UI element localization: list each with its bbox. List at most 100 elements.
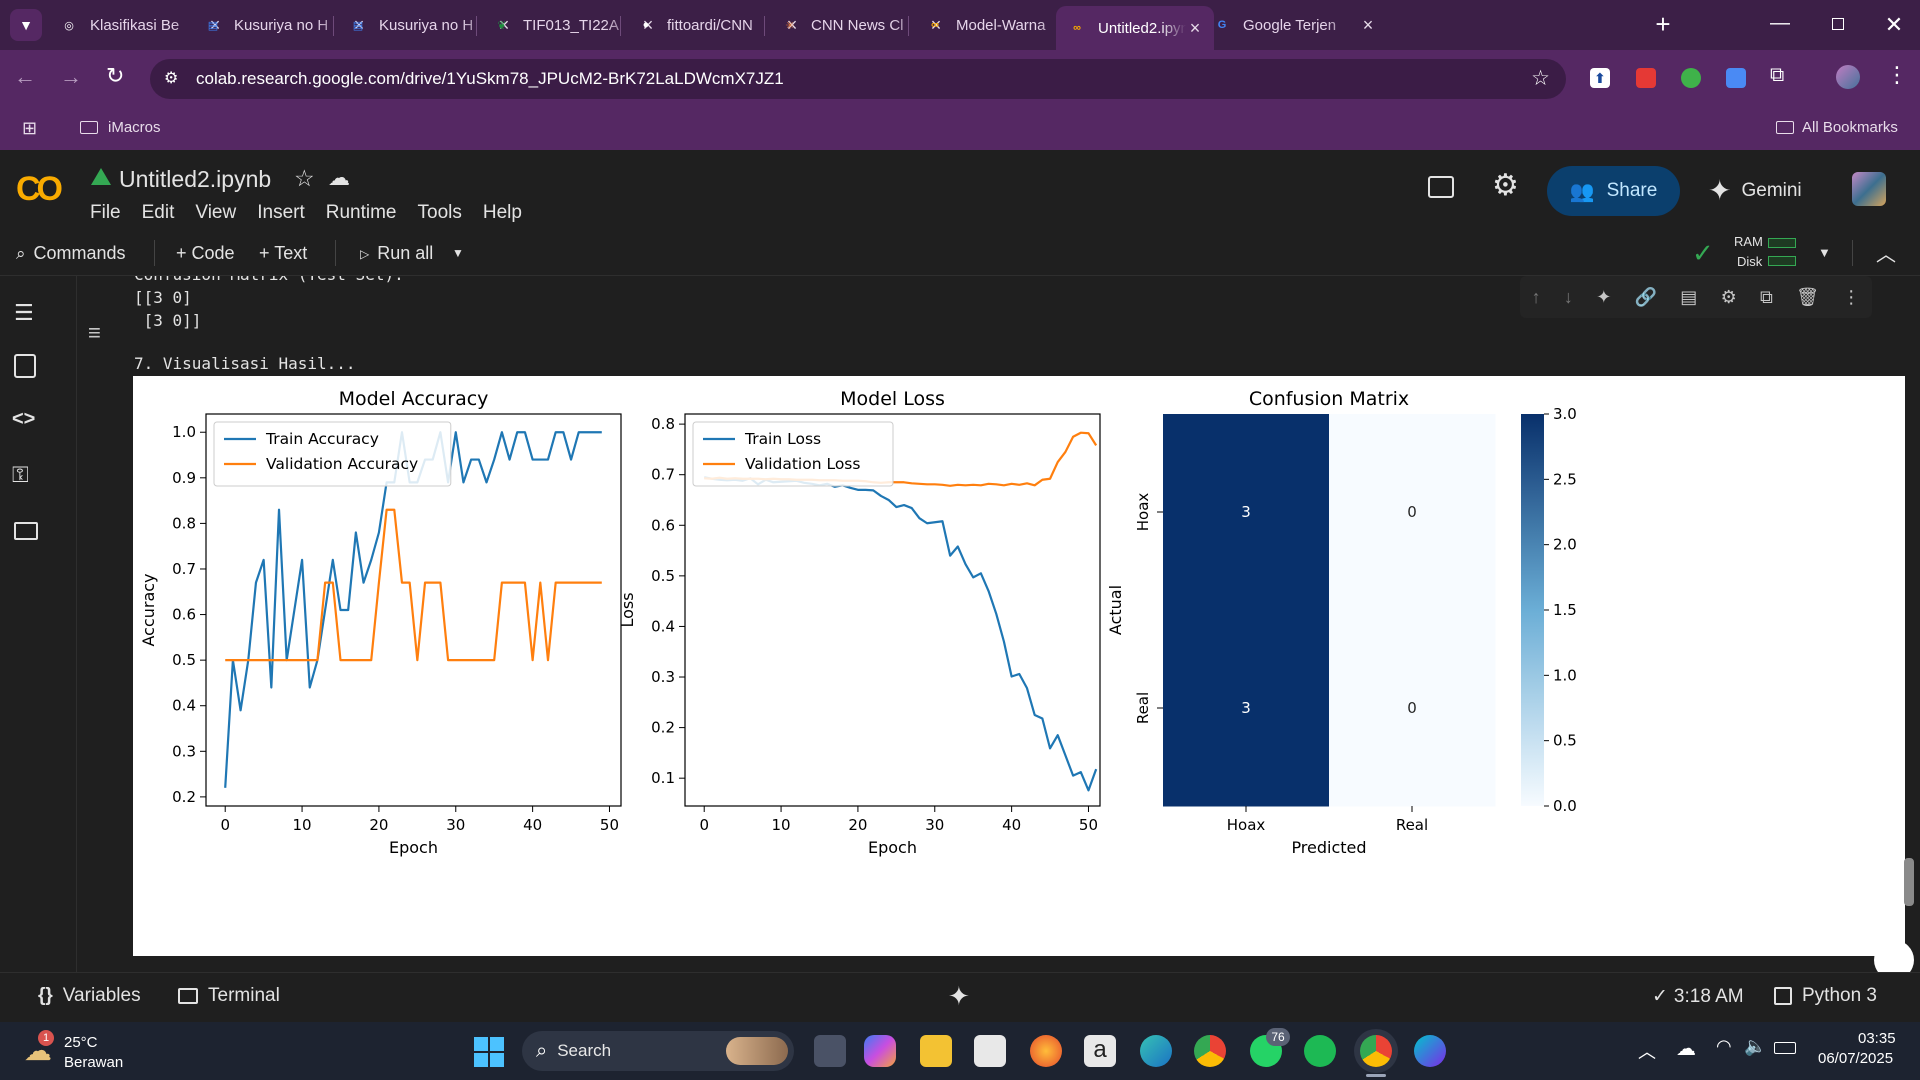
browser-tab[interactable]: G Google Terjen × <box>1201 8 1387 42</box>
output-text-matrix-row2: [3 0]] <box>134 311 202 330</box>
weather-widget[interactable]: ☁ 1 25°C Berawan <box>18 1028 138 1074</box>
leaf-icon: ❦ <box>497 19 507 32</box>
output-text-confusion-heading: Confusion Matrix (Test Set): <box>134 276 404 284</box>
more-vert-icon[interactable]: ⋮ <box>1842 287 1860 308</box>
extension-translate-icon[interactable] <box>1726 68 1746 88</box>
find-replace-icon[interactable] <box>14 354 36 378</box>
clock-time[interactable]: 03:35 <box>1858 1030 1896 1047</box>
menu-tools[interactable]: Tools <box>418 202 462 224</box>
restore-button[interactable] <box>1818 8 1858 42</box>
firefox-icon[interactable] <box>1030 1035 1062 1067</box>
menu-insert[interactable]: Insert <box>257 202 305 224</box>
table-of-contents-icon[interactable]: ☰ <box>14 300 34 326</box>
disk-meter <box>1768 256 1796 266</box>
move-up-icon[interactable]: ↑ <box>1532 287 1541 308</box>
y-tick-label: 0.7 <box>172 560 196 578</box>
add-text-button[interactable]: + Text <box>259 243 307 264</box>
volume-icon[interactable]: 🔈 <box>1744 1036 1766 1057</box>
notebook-title[interactable]: Untitled2.ipynb <box>119 166 271 193</box>
onedrive-cloud-icon[interactable]: ☁ <box>1676 1036 1696 1061</box>
close-window-button[interactable]: ✕ <box>1874 8 1914 42</box>
settings-gear-icon[interactable]: ⚙ <box>1721 287 1737 308</box>
collapse-chevron-up-icon[interactable]: ︿ <box>1876 238 1896 267</box>
site-info-icon[interactable]: ⚙ <box>164 68 178 88</box>
brain-assistant-icon[interactable] <box>1874 940 1914 972</box>
account-avatar[interactable] <box>1852 172 1886 206</box>
heatmap-cell-label: 3 <box>1241 699 1251 717</box>
tab-search-button[interactable]: ▼ <box>10 9 42 41</box>
forward-button[interactable]: → <box>60 64 82 90</box>
url-text: colab.research.google.com/drive/1YuSkm78… <box>196 69 784 88</box>
gemini-sparkle-icon[interactable]: ✦ <box>948 981 970 1012</box>
variables-button[interactable]: {} Variables <box>38 985 141 1007</box>
heatmap-cell-label: 0 <box>1407 503 1417 521</box>
menu-help[interactable]: Help <box>483 202 522 224</box>
files-folder-icon[interactable] <box>14 522 38 540</box>
comments-icon[interactable] <box>1428 176 1454 198</box>
extension-red-icon[interactable] <box>1636 68 1656 88</box>
browser-tab[interactable]: ∞ Untitled2.ipyn × <box>1056 6 1214 50</box>
battery-icon[interactable] <box>1774 1042 1796 1054</box>
bookmark-folder-imacros[interactable]: iMacros <box>80 119 161 136</box>
extension-upload-icon[interactable]: ⬆ <box>1590 68 1610 88</box>
close-tab-icon[interactable]: × <box>1359 15 1377 36</box>
extensions-puzzle-icon[interactable]: ⧉ <box>1770 64 1784 87</box>
new-tab-button[interactable]: + <box>1648 8 1678 42</box>
resources-dropdown-icon[interactable]: ▼ <box>1818 245 1831 260</box>
apps-grid-icon[interactable]: ⊞ <box>22 118 37 139</box>
commands-button[interactable]: ⌕ Commands <box>16 243 126 264</box>
chrome-active-icon[interactable] <box>1360 1035 1392 1067</box>
settings-gear-icon[interactable]: ⚙ <box>1492 168 1519 203</box>
show-hidden-icons[interactable]: ︿ <box>1638 1038 1656 1064</box>
clock-date[interactable]: 06/07/2025 <box>1818 1050 1893 1067</box>
amazon-icon[interactable]: a <box>1084 1035 1116 1067</box>
profile-avatar[interactable] <box>1836 65 1860 89</box>
run-all-dropdown-icon[interactable]: ▼ <box>452 246 464 260</box>
execution-status[interactable]: ✓ 3:18 AM <box>1652 985 1744 1008</box>
minimize-button[interactable]: — <box>1760 8 1800 42</box>
extension-green-icon[interactable] <box>1681 68 1701 88</box>
add-code-button[interactable]: + Code <box>176 243 235 264</box>
all-bookmarks-button[interactable]: All Bookmarks <box>1776 119 1898 136</box>
task-view-icon[interactable] <box>814 1035 846 1067</box>
spotify-icon[interactable] <box>1304 1035 1336 1067</box>
scrollbar-thumb[interactable] <box>1904 858 1914 906</box>
gemini-button[interactable]: ✦ Gemini <box>1708 174 1802 207</box>
canva-icon[interactable] <box>1414 1035 1446 1067</box>
gemini-sparkle-icon[interactable]: ✦ <box>1596 287 1611 308</box>
address-bar[interactable]: ⚙ colab.research.google.com/drive/1YuSkm… <box>150 59 1566 99</box>
back-button[interactable]: ← <box>14 64 36 90</box>
menu-view[interactable]: View <box>195 202 236 224</box>
reload-button[interactable]: ↻ <box>106 63 124 89</box>
trash-icon[interactable]: 🗑 <box>1796 287 1819 308</box>
edge-icon[interactable] <box>1140 1035 1172 1067</box>
cloud-icon[interactable]: ☁ <box>328 165 350 191</box>
chrome-icon[interactable] <box>1194 1035 1226 1067</box>
secrets-key-icon[interactable]: ⚿ <box>12 462 29 488</box>
browser-menu-icon[interactable]: ⋮ <box>1886 62 1908 88</box>
move-down-icon[interactable]: ↓ <box>1564 287 1573 308</box>
menu-runtime[interactable]: Runtime <box>326 202 397 224</box>
menu-file[interactable]: File <box>90 202 121 224</box>
code-snippets-icon[interactable]: <> <box>12 408 35 431</box>
star-icon[interactable]: ☆ <box>294 165 315 192</box>
link-icon[interactable]: 🔗 <box>1635 287 1657 308</box>
taskbar-search[interactable]: ⌕ Search <box>522 1031 794 1071</box>
terminal-button[interactable]: Terminal <box>178 985 280 1007</box>
copilot-icon[interactable] <box>864 1035 896 1067</box>
commands-label: Commands <box>33 243 126 263</box>
share-button[interactable]: 👥 Share <box>1547 166 1680 216</box>
runtime-indicator[interactable]: Python 3 <box>1774 985 1877 1007</box>
start-button[interactable] <box>474 1037 504 1067</box>
wifi-icon[interactable]: ◠ <box>1716 1036 1732 1057</box>
menu-edit[interactable]: Edit <box>142 202 175 224</box>
mirror-cell-icon[interactable]: ⧉ <box>1760 287 1773 308</box>
file-explorer-icon[interactable] <box>920 1035 952 1067</box>
x-tick-label: 10 <box>293 816 312 834</box>
output-toggle-icon[interactable]: ≡ <box>88 320 101 346</box>
bookmark-star-icon[interactable]: ☆ <box>1531 66 1550 91</box>
comment-icon[interactable]: ▤ <box>1680 287 1697 308</box>
colab-logo[interactable]: CO <box>16 170 63 209</box>
run-all-button[interactable]: ▷ Run all <box>360 243 433 264</box>
microsoft-store-icon[interactable] <box>974 1035 1006 1067</box>
